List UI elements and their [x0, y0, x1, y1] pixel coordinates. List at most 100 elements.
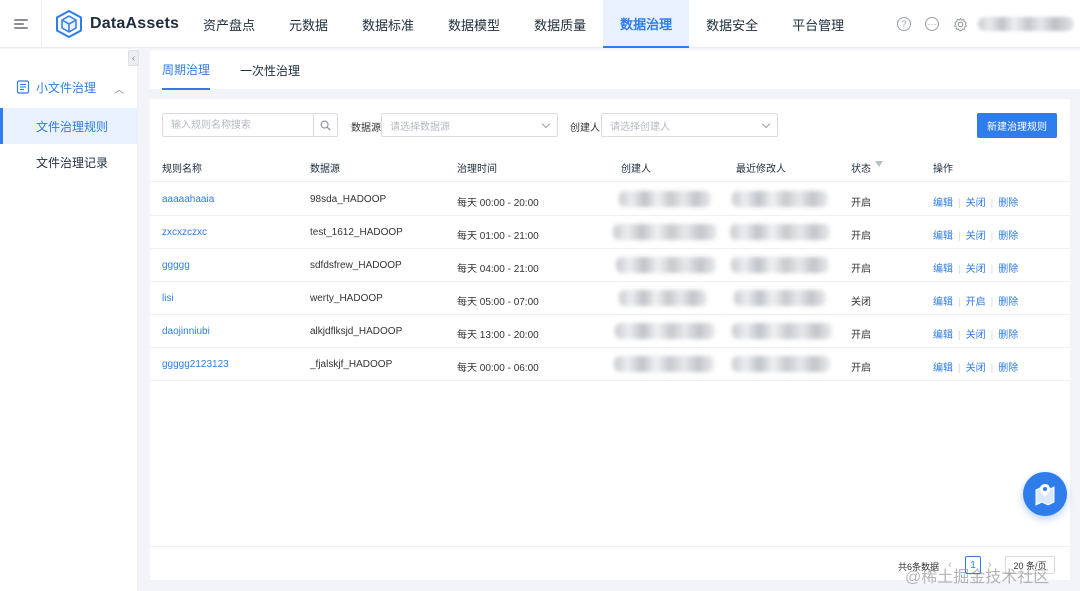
column-header-rule-name: 规则名称 [162, 164, 202, 175]
column-header-datasource: 数据源 [310, 164, 340, 175]
brand-name: DataAssets [90, 15, 180, 32]
chevron-down-icon [761, 119, 771, 129]
main-nav: 资产盘点 元数据 数据标准 数据模型 数据质量 数据治理 数据安全 平台管理 [186, 0, 861, 48]
nav-item-data-governance[interactable]: 数据治理 [603, 0, 690, 48]
datasource-cell: werty_HADOOP [310, 293, 383, 304]
governance-time-cell: 每天 01:00 - 21:00 [457, 231, 539, 242]
edit-link[interactable]: 编辑 [933, 264, 953, 275]
user-avatar-name-blurred[interactable] [978, 17, 1074, 31]
sidebar-item-file-governance-records[interactable]: 文件治理记录 [0, 144, 138, 180]
datasource-cell: 98sda_HADOOP [310, 194, 387, 205]
toggle-link[interactable]: 开启 [966, 297, 986, 308]
rule-name-link[interactable]: zxcxzczxc [162, 227, 207, 238]
nav-item-platform-admin[interactable]: 平台管理 [775, 0, 861, 48]
rule-search-box [162, 113, 338, 137]
column-header-last-modifier: 最近修改人 [736, 164, 786, 175]
edit-link[interactable]: 编辑 [933, 297, 953, 308]
last-modifier-blurred [732, 323, 832, 339]
delete-link[interactable]: 删除 [998, 297, 1018, 308]
table-row: daojinniubi alkjdflksjd_HADOOP 每天 13:00 … [150, 315, 1070, 348]
sidebar-group-small-file-governance[interactable]: 小文件治理 ︿ [0, 69, 138, 105]
logo[interactable]: DataAssets [56, 10, 179, 38]
status-cell: 开启 [851, 264, 871, 275]
top-navbar: DataAssets 资产盘点 元数据 数据标准 数据模型 数据质量 数据治理 … [0, 0, 1080, 48]
datasource-cell: alkjdflksjd_HADOOP [310, 326, 403, 337]
creator-select[interactable]: 请选择创建人 [601, 113, 778, 137]
floating-guide-button[interactable] [1023, 472, 1067, 516]
last-modifier-blurred [731, 257, 829, 273]
top-right-tools: ? ··· [897, 0, 1080, 48]
governance-time-cell: 每天 00:00 - 20:00 [457, 198, 539, 209]
menu-toggle-button[interactable] [0, 0, 42, 48]
sidebar-item-file-governance-rules[interactable]: 文件治理规则 [0, 108, 138, 144]
new-rule-button[interactable]: 新建治理规则 [977, 113, 1057, 138]
row-actions: 编辑 | 开启 | 删除 [933, 297, 1019, 308]
row-actions: 编辑 | 关闭 | 删除 [933, 231, 1019, 242]
rule-name-link[interactable]: aaaaahaaia [162, 194, 214, 205]
rule-name-link[interactable]: daojinniubi [162, 326, 210, 337]
sidebar: 小文件治理 ︿ 文件治理规则 文件治理记录 [0, 49, 138, 591]
rule-name-link[interactable]: ggggg2123123 [162, 359, 229, 370]
rules-panel: 数据源 请选择数据源 创建人 请选择创建人 新建治理规则 规则名称 数据源 治理… [150, 99, 1070, 580]
rule-search-input[interactable] [163, 114, 315, 136]
filter-icon[interactable] [875, 161, 883, 167]
gear-icon[interactable] [953, 17, 968, 32]
nav-item-data-quality[interactable]: 数据质量 [517, 0, 603, 48]
table-row: zxcxzczxc test_1612_HADOOP 每天 01:00 - 21… [150, 216, 1070, 249]
last-modifier-blurred [730, 224, 830, 240]
sidebar-collapse-handle[interactable]: ‹ [128, 50, 139, 66]
edit-link[interactable]: 编辑 [933, 198, 953, 209]
nav-item-data-security[interactable]: 数据安全 [689, 0, 775, 48]
datasource-select-placeholder: 请选择数据源 [390, 121, 450, 133]
last-modifier-blurred [734, 290, 826, 306]
creator-blurred [613, 224, 717, 240]
nav-item-metadata[interactable]: 元数据 [272, 0, 345, 48]
table-row: aaaaahaaia 98sda_HADOOP 每天 00:00 - 20:00… [150, 183, 1070, 216]
edit-link[interactable]: 编辑 [933, 330, 953, 341]
help-icon[interactable]: ? [897, 17, 911, 31]
tab-one-time-governance[interactable]: 一次性治理 [240, 50, 300, 90]
governance-time-cell: 每天 00:00 - 06:00 [457, 363, 539, 374]
row-actions: 编辑 | 关闭 | 删除 [933, 330, 1019, 341]
delete-link[interactable]: 删除 [998, 198, 1018, 209]
chevron-left-icon: ‹ [131, 52, 136, 64]
datasource-cell: sdfdsfrew_HADOOP [310, 260, 402, 271]
edit-link[interactable]: 编辑 [933, 363, 953, 374]
datasource-select[interactable]: 请选择数据源 [381, 113, 558, 137]
delete-link[interactable]: 删除 [998, 231, 1018, 242]
toggle-link[interactable]: 关闭 [966, 264, 986, 275]
chevron-up-icon: ︿ [114, 85, 124, 96]
toggle-link[interactable]: 关闭 [966, 363, 986, 374]
datasource-filter-label: 数据源 [351, 123, 381, 134]
hamburger-icon [13, 19, 28, 29]
subtabs: 周期治理 一次性治理 [150, 50, 1080, 90]
governance-time-cell: 每天 05:00 - 07:00 [457, 297, 539, 308]
status-cell: 开启 [851, 231, 871, 242]
last-modifier-blurred [732, 356, 830, 372]
datasource-cell: test_1612_HADOOP [310, 227, 403, 238]
file-list-icon [16, 80, 30, 94]
message-icon[interactable]: ··· [925, 17, 939, 31]
status-cell: 关闭 [851, 297, 871, 308]
toggle-link[interactable]: 关闭 [966, 330, 986, 341]
status-cell: 开启 [851, 198, 871, 209]
chevron-down-icon [541, 119, 551, 129]
tab-periodic-governance[interactable]: 周期治理 [162, 50, 211, 90]
delete-link[interactable]: 删除 [998, 363, 1018, 374]
nav-item-data-models[interactable]: 数据模型 [431, 0, 517, 48]
table-row: ggggg sdfdsfrew_HADOOP 每天 04:00 - 21:00 … [150, 249, 1070, 282]
search-button[interactable] [313, 114, 337, 136]
datasource-cell: _fjalskjf_HADOOP [310, 359, 393, 370]
column-header-governance-time: 治理时间 [457, 164, 497, 175]
nav-item-asset-inventory[interactable]: 资产盘点 [186, 0, 272, 48]
rule-name-link[interactable]: lisi [162, 293, 174, 304]
nav-item-data-standards[interactable]: 数据标准 [345, 0, 431, 48]
table-row: lisi werty_HADOOP 每天 05:00 - 07:00 关闭 编辑… [150, 282, 1070, 315]
edit-link[interactable]: 编辑 [933, 231, 953, 242]
delete-link[interactable]: 删除 [998, 264, 1018, 275]
column-header-actions: 操作 [933, 164, 953, 175]
toggle-link[interactable]: 关闭 [966, 231, 986, 242]
rule-name-link[interactable]: ggggg [162, 260, 190, 271]
delete-link[interactable]: 删除 [998, 330, 1018, 341]
toggle-link[interactable]: 关闭 [966, 198, 986, 209]
